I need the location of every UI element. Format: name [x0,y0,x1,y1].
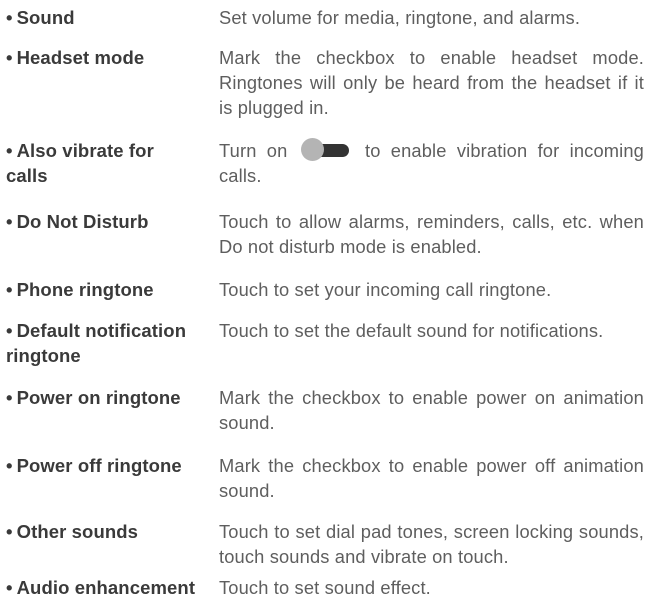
setting-term: • Headset mode [6,45,212,70]
setting-term-label: Sound [16,7,75,28]
bullet: • [6,320,13,341]
setting-description: Mark the checkbox to enable headset mode… [219,47,644,118]
setting-term: • Also vibrate for calls [6,138,186,188]
setting-term-label: Power off ringtone [16,455,182,476]
description-text-before-toggle: Turn on [219,140,298,161]
bullet: • [6,47,13,68]
setting-description: Touch to set your incoming call ringtone… [219,279,552,300]
setting-term-label: Do Not Disturb [16,211,149,232]
setting-term: • Other sounds [6,519,212,544]
bullet: • [6,140,13,161]
setting-term: • Audio enhancement [6,575,221,600]
setting-term: • Default notification ringtone [6,318,216,368]
setting-term: • Power on ringtone [6,385,212,410]
bullet: • [6,279,13,300]
setting-term-label: Headset mode [16,47,145,68]
bullet: • [6,7,13,28]
bullet: • [6,455,13,476]
toggle-knob [300,138,324,161]
bullet: • [6,211,13,232]
setting-description: Touch to set dial pad tones, screen lock… [219,521,644,567]
settings-definition-list: • Sound Set volume for media, ringtone, a… [0,0,648,604]
setting-term-label: Power on ringtone [16,387,181,408]
setting-term-label: Other sounds [16,521,139,542]
setting-term: • Do Not Disturb [6,209,212,234]
bullet: • [6,577,13,598]
setting-description: Turn on to enable vibration for incoming… [219,138,644,188]
setting-term: • Sound [6,5,212,30]
setting-term-label: Audio enhancement [16,577,196,598]
setting-term-label: Phone ringtone [16,279,154,300]
setting-term: • Power off ringtone [6,453,212,478]
setting-description: Mark the checkbox to enable power on ani… [219,387,644,433]
setting-term: • Phone ringtone [6,277,212,302]
setting-description: Mark the checkbox to enable power off an… [219,455,644,501]
bullet: • [6,521,13,542]
setting-description: Touch to set sound effect. [219,577,431,598]
setting-description: Set volume for media, ringtone, and alar… [219,7,581,28]
setting-term-label: Also vibrate for calls [6,140,154,186]
bullet: • [6,387,13,408]
setting-description: Touch to set the default sound for notif… [219,320,604,341]
toggle-switch-icon [300,138,351,161]
setting-description: Touch to allow alarms, reminders, calls,… [219,211,644,257]
setting-term-label: Default notification ringtone [6,320,187,366]
